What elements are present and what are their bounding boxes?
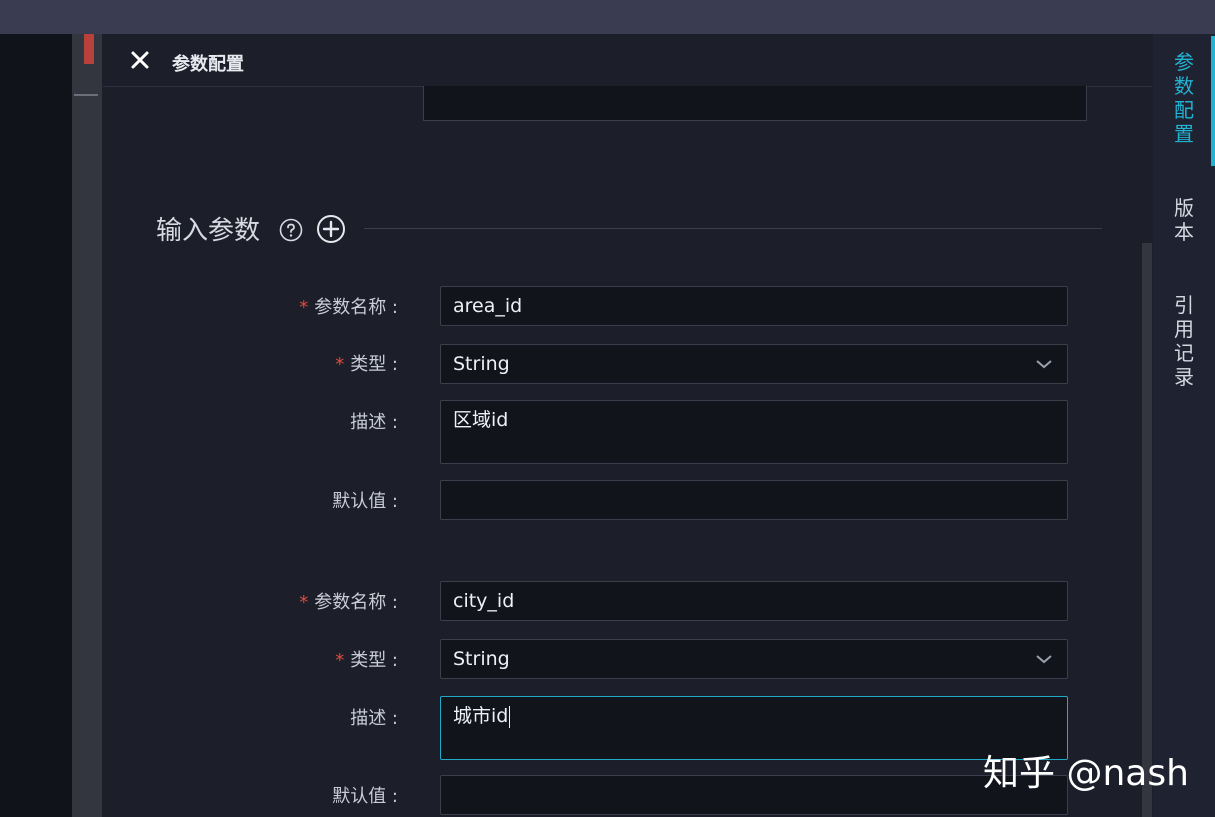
param-name-input[interactable]: area_id [440,286,1068,326]
param-desc-label: 描述 : [350,412,398,433]
left-gutter [72,34,102,817]
required-marker: * [299,592,309,613]
param-name-input[interactable]: city_id [440,581,1068,621]
error-marker [84,34,94,64]
param-name-label: * 参数名称 : [299,297,398,318]
panel-header: 参数配置 [103,34,1152,87]
param-type-select[interactable]: String [440,344,1068,384]
param-config-panel: 参数配置 输入参数 * 参数名称 : area_id * 类型 : String 描… [103,34,1152,817]
tab-label: 参数配置 [1174,50,1194,146]
section-title: 输入参数 [156,216,261,246]
tab-param-config[interactable]: 参数配置 [1153,50,1215,146]
previous-field-input[interactable] [423,86,1087,121]
close-icon[interactable] [129,48,151,72]
section-divider [364,228,1102,229]
required-marker: * [299,297,309,318]
param-type-select[interactable]: String [440,639,1068,679]
watermark: 知乎 @nash [983,753,1189,794]
param-desc-textarea[interactable]: 区域id [440,400,1068,464]
param-type-label: * 类型 : [335,354,398,375]
help-circle-icon[interactable] [279,218,303,242]
chevron-down-icon [1036,360,1052,369]
required-marker: * [335,650,345,671]
tab-reference-records[interactable]: 引用记录 [1153,293,1215,389]
param-default-label: 默认值 : [332,786,398,807]
panel-scrollbar[interactable] [1142,243,1152,817]
panel-title: 参数配置 [172,54,244,75]
left-editor-area [0,34,72,817]
plus-circle-icon[interactable] [316,214,346,244]
gutter-divider [74,94,98,96]
tab-version[interactable]: 版本 [1153,196,1215,244]
param-desc-label: 描述 : [350,708,398,729]
param-default-input[interactable] [440,775,1068,815]
tab-label: 版本 [1174,196,1194,244]
right-tab-bar: 参数配置 版本 引用记录 [1153,34,1215,817]
required-marker: * [335,354,345,375]
top-bar [0,0,1215,34]
param-desc-textarea[interactable]: 城市id [440,696,1068,760]
param-default-input[interactable] [440,480,1068,520]
text-cursor [509,705,511,728]
param-name-label: * 参数名称 : [299,592,398,613]
chevron-down-icon [1036,655,1052,664]
param-type-label: * 类型 : [335,650,398,671]
param-default-label: 默认值 : [332,491,398,512]
tab-label: 引用记录 [1174,293,1194,389]
